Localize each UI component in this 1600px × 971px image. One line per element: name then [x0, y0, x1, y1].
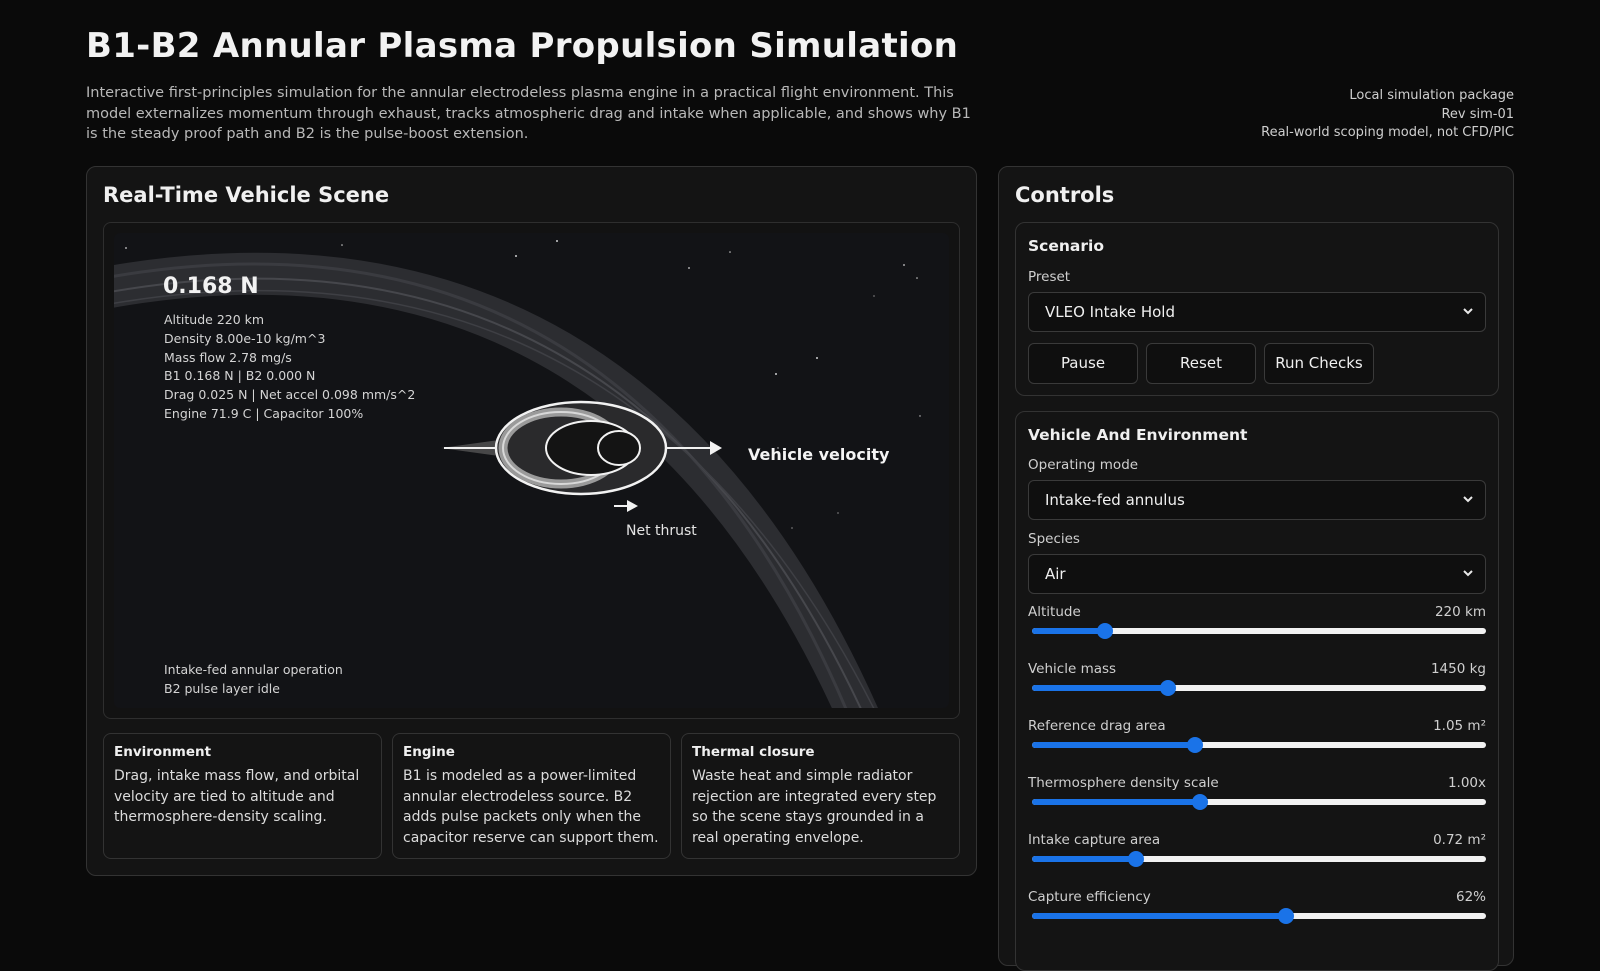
thrust-readout: 0.168 N: [163, 274, 259, 299]
card-body: Drag, intake mass flow, and orbital velo…: [114, 768, 360, 825]
chevron-down-icon: [1463, 308, 1473, 315]
drag-area-slider[interactable]: [1032, 737, 1486, 753]
engine-card: Engine B1 is modeled as a power-limited …: [392, 733, 671, 859]
page-title: B1-B2 Annular Plasma Propulsion Simulati…: [86, 26, 959, 66]
meta-package: Local simulation package: [1349, 88, 1514, 103]
slider-fill: [1032, 913, 1287, 919]
slider-fill: [1032, 628, 1105, 634]
slider-fill: [1032, 856, 1137, 862]
slider-value: 1450 kg: [1430, 661, 1486, 677]
operating-mode-value: Intake-fed annulus: [1045, 491, 1185, 509]
reset-button[interactable]: Reset: [1146, 343, 1256, 384]
scene-mode-status: Intake-fed annular operation: [164, 662, 343, 677]
operating-mode-label: Operating mode: [1028, 457, 1139, 473]
slider-value: 0.72 m²: [1433, 832, 1486, 848]
altitude-slider[interactable]: [1032, 623, 1486, 639]
card-title: Environment: [114, 744, 212, 760]
scene-pulse-status: B2 pulse layer idle: [164, 680, 280, 696]
card-title: Engine: [403, 744, 455, 760]
slider-label: Reference drag area: [1028, 718, 1166, 734]
chevron-down-icon: [1463, 496, 1473, 503]
telemetry-mass-flow: Mass flow 2.78 mg/s: [164, 349, 292, 365]
slider-label: Altitude: [1028, 604, 1081, 620]
velocity-label: Vehicle velocity: [748, 445, 890, 464]
meta-scope: Real-world scoping model, not CFD/PIC: [1261, 125, 1514, 140]
net-thrust-arrow: [614, 500, 638, 512]
capture-efficiency-slider[interactable]: [1032, 908, 1486, 924]
card-body: B1 is modeled as a power-limited annular…: [403, 768, 659, 846]
slider-label: Intake capture area: [1028, 832, 1161, 848]
card-title: Thermal closure: [692, 744, 815, 760]
telemetry-altitude: Altitude 220 km: [164, 312, 265, 327]
slider-fill: [1032, 742, 1196, 748]
slider-label: Thermosphere density scale: [1028, 775, 1219, 791]
run-checks-button[interactable]: Run Checks: [1264, 343, 1374, 384]
page-intro: Interactive first-principles simulation …: [86, 85, 971, 142]
vehicle-mass-slider[interactable]: [1032, 680, 1486, 696]
species-label: Species: [1028, 531, 1080, 547]
scene-status: Intake-fed annular operation B2 pulse la…: [164, 661, 343, 699]
meta-revision: Rev sim-01: [1441, 106, 1514, 122]
density-scale-slider[interactable]: [1032, 794, 1486, 810]
slider-fill: [1032, 685, 1169, 691]
slider-value: 1.05 m²: [1433, 718, 1486, 734]
scene-graphic: [114, 240, 921, 708]
environment-card: Environment Drag, intake mass flow, and …: [103, 733, 382, 859]
slider-thumb[interactable]: [1191, 794, 1208, 810]
chevron-down-icon: [1463, 570, 1473, 577]
pause-button[interactable]: Pause: [1028, 343, 1138, 384]
telemetry-drag: Drag 0.025 N | Net accel 0.098 mm/s^2: [164, 387, 416, 403]
capture-efficiency-slider-row: Capture efficiency 62%: [1028, 889, 1486, 939]
species-value: Air: [1045, 565, 1066, 583]
operating-mode-select[interactable]: Intake-fed annulus: [1028, 480, 1486, 520]
scenario-title: Scenario: [1028, 237, 1104, 255]
scene-frame: 0.168 N Altitude 220 km Density 8.00e-10…: [103, 222, 960, 719]
package-meta: Local simulation package Rev sim-01 Real…: [1261, 87, 1514, 143]
slider-fill: [1032, 799, 1200, 805]
slider-thumb[interactable]: [1096, 623, 1113, 639]
controls-panel: Controls Scenario Preset VLEO Intake Hol…: [998, 166, 1514, 971]
card-body: Waste heat and simple radiator rejection…: [692, 768, 937, 846]
preset-label: Preset: [1028, 269, 1071, 285]
species-select[interactable]: Air: [1028, 554, 1486, 594]
vehicle-environment-title: Vehicle And Environment: [1028, 426, 1248, 444]
telemetry-density: Density 8.00e-10 kg/m^3: [164, 330, 326, 346]
vehicle-environment-group: Vehicle And Environment Operating mode I…: [1015, 411, 1499, 971]
telemetry-thrust-split: B1 0.168 N | B2 0.000 N: [164, 368, 316, 384]
preset-value: VLEO Intake Hold: [1045, 303, 1175, 321]
net-thrust-label: Net thrust: [626, 523, 697, 539]
drag-area-slider-row: Reference drag area 1.05 m²: [1028, 718, 1486, 768]
slider-value: 62%: [1455, 889, 1486, 905]
slider-thumb[interactable]: [1278, 908, 1295, 924]
scene-canvas[interactable]: 0.168 N Altitude 220 km Density 8.00e-10…: [114, 233, 949, 708]
scenario-group: Scenario Preset VLEO Intake Hold Pause R…: [1015, 222, 1499, 396]
vehicle-mass-slider-row: Vehicle mass 1450 kg: [1028, 661, 1486, 711]
slider-value: 1.00x: [1447, 775, 1486, 791]
intake-area-slider[interactable]: [1032, 851, 1486, 867]
telemetry-engine: Engine 71.9 C | Capacitor 100%: [164, 405, 364, 421]
scene-title: Real-Time Vehicle Scene: [103, 183, 390, 207]
preset-select[interactable]: VLEO Intake Hold: [1028, 292, 1486, 332]
density-scale-slider-row: Thermosphere density scale 1.00x: [1028, 775, 1486, 825]
controls-title: Controls: [1015, 183, 1115, 207]
slider-value: 220 km: [1434, 604, 1486, 620]
slider-thumb[interactable]: [1128, 851, 1145, 867]
altitude-slider-row: Altitude 220 km: [1028, 604, 1486, 654]
slider-label: Capture efficiency: [1028, 889, 1151, 905]
telemetry-readout: Altitude 220 km Density 8.00e-10 kg/m^3 …: [164, 311, 415, 424]
slider-thumb[interactable]: [1187, 737, 1204, 753]
intake-area-slider-row: Intake capture area 0.72 m²: [1028, 832, 1486, 882]
thermal-closure-card: Thermal closure Waste heat and simple ra…: [681, 733, 960, 859]
annular-engine: [494, 400, 668, 496]
slider-label: Vehicle mass: [1028, 661, 1117, 677]
slider-thumb[interactable]: [1160, 680, 1177, 696]
